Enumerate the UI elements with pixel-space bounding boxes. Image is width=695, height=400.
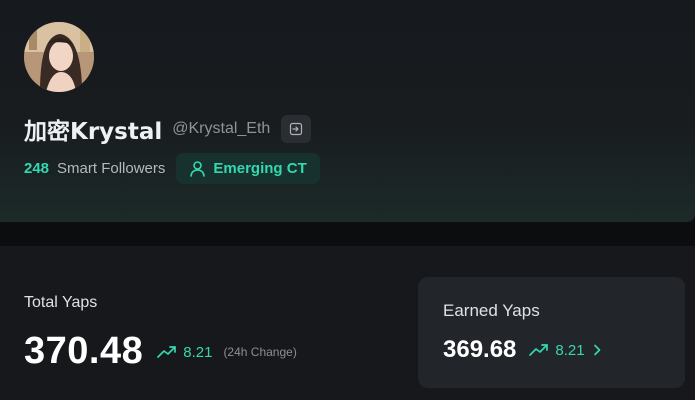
earned-yaps-change-value: 8.21 (555, 341, 585, 359)
chevron-right-icon[interactable] (593, 344, 601, 356)
total-yaps-value: 370.48 (24, 330, 144, 372)
trend-up-icon (157, 346, 177, 358)
user-icon (190, 161, 206, 177)
copy-icon (290, 122, 303, 136)
stats-section: Total Yaps 370.48 8.21 (24h Change) Earn… (0, 246, 695, 400)
profile-card: 加密Krystal @Krystal_Eth 248 Smart Followe… (0, 0, 695, 222)
earned-yaps-value: 369.68 (443, 336, 517, 363)
avatar[interactable] (24, 22, 94, 92)
display-name: 加密Krystal (24, 119, 163, 145)
trend-up-icon (529, 344, 549, 356)
handle[interactable]: @Krystal_Eth (172, 120, 270, 138)
earned-yaps-change: 8.21 (529, 342, 600, 359)
name-row: 加密Krystal @Krystal_Eth (24, 114, 312, 145)
earned-yaps-title: Earned Yaps (443, 301, 540, 320)
avatar-photo (24, 22, 94, 92)
earned-yaps-row: 369.68 8.21 (443, 336, 601, 364)
total-yaps-title: Total Yaps (24, 294, 98, 311)
copy-button[interactable] (281, 115, 312, 143)
change-note: (24h Change) (223, 345, 297, 359)
emerging-ct-badge[interactable]: Emerging CT (176, 153, 320, 184)
section-divider (0, 222, 695, 246)
smart-followers-label[interactable]: Smart Followers (57, 160, 165, 177)
earned-yaps-card[interactable]: Earned Yaps 369.68 8.21 (418, 277, 685, 388)
total-yaps-change: 8.21 (24h Change) (157, 344, 297, 361)
badge-label: Emerging CT (213, 160, 307, 177)
total-yaps-change-value: 8.21 (183, 343, 213, 361)
total-yaps-row: 370.48 8.21 (24h Change) (24, 330, 297, 373)
followers-row: 248 Smart Followers Emerging CT (24, 153, 320, 184)
smart-followers-count[interactable]: 248 (24, 160, 49, 177)
